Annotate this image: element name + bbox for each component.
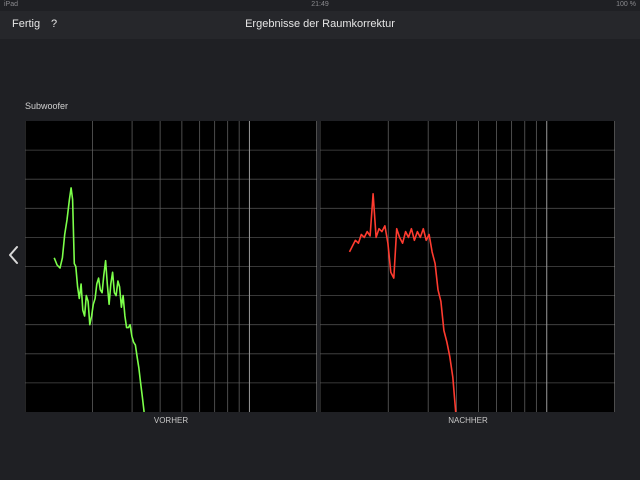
status-time: 21:49 [311, 1, 329, 8]
room-correction-chart [25, 121, 615, 412]
navigation-bar: Fertig ? Ergebnisse der Raumkorrektur [0, 11, 640, 39]
panel-divider [317, 121, 320, 412]
page-title: Ergebnisse der Raumkorrektur [245, 18, 395, 30]
before-caption: VORHER [153, 416, 189, 425]
status-bar: iPad 21:49 100 % [0, 0, 640, 11]
after-caption: NACHHER [448, 416, 488, 425]
response-charts [25, 121, 615, 412]
section-label: Subwoofer [25, 101, 69, 111]
previous-arrow-icon[interactable] [6, 244, 24, 266]
battery-label: 100 % [616, 1, 636, 8]
